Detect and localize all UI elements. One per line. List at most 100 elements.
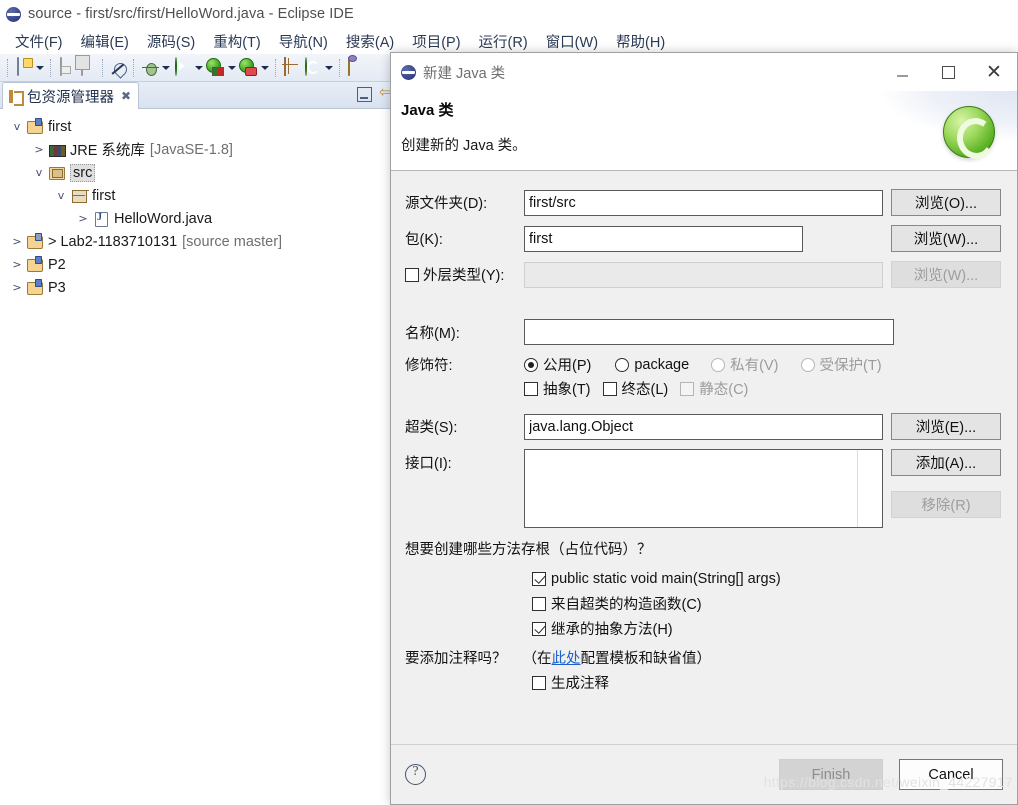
interfaces-row: 接口(I): 添加(A)... 移除(R) <box>399 449 1001 528</box>
package-icon <box>70 187 88 204</box>
twisty-icon[interactable]: > <box>74 212 92 225</box>
save-icon[interactable] <box>57 56 77 78</box>
tree-row[interactable]: v src <box>0 161 401 184</box>
menu-item-search[interactable]: 搜索(A) <box>337 29 403 54</box>
tree-row[interactable]: v first <box>0 115 401 138</box>
tree-row[interactable]: > P3 <box>0 276 401 299</box>
modifier-public[interactable]: 公用(P) <box>524 354 591 375</box>
checkbox-inherited-abstract-methods[interactable] <box>532 621 546 636</box>
twisty-icon[interactable]: > <box>8 281 26 294</box>
superclass-browse-button[interactable]: 浏览(E)... <box>891 413 1001 440</box>
run-external-tools-icon[interactable] <box>206 58 226 78</box>
checkbox-superclass-constructors[interactable] <box>532 596 546 611</box>
new-java-project-icon[interactable] <box>282 56 302 78</box>
twisty-icon[interactable]: v <box>30 166 48 179</box>
superclass-input[interactable] <box>524 413 883 440</box>
tree-suffix: [source master] <box>182 233 283 250</box>
modifier-abstract[interactable]: 抽象(T) <box>524 378 591 399</box>
name-input[interactable] <box>524 319 894 345</box>
open-type-icon[interactable] <box>346 56 366 78</box>
run-coverage-icon[interactable] <box>239 58 259 78</box>
checkbox-inherited-abstract-methods-label: 继承的抽象方法(H) <box>551 622 673 638</box>
menu-item-source[interactable]: 源码(S) <box>138 29 204 54</box>
interfaces-list[interactable] <box>524 449 883 528</box>
modifiers-row: 修饰符: 公用(P) package 私有(V) 受保护(T) <box>399 354 1001 375</box>
save-all-icon[interactable] <box>78 56 98 78</box>
tree-label: P2 <box>48 256 66 273</box>
radio-package[interactable] <box>615 357 630 372</box>
run-icon[interactable] <box>173 56 193 78</box>
maximize-icon[interactable] <box>925 53 971 91</box>
twisty-icon[interactable]: > <box>8 258 26 271</box>
new-file-icon[interactable] <box>14 56 34 78</box>
run-dropdown-icon[interactable] <box>194 58 205 78</box>
skip-all-breakpoints-icon[interactable] <box>111 60 127 76</box>
modifier-package[interactable]: package <box>615 357 689 373</box>
run-coverage-dropdown-icon[interactable] <box>260 58 271 78</box>
source-folder-browse-button[interactable]: 浏览(O)... <box>891 189 1001 216</box>
close-icon[interactable]: ✕ <box>971 53 1017 91</box>
help-icon[interactable] <box>405 764 426 785</box>
checkbox-generate-comments[interactable] <box>532 675 546 690</box>
tree-row[interactable]: > HelloWord.java <box>0 207 401 230</box>
twisty-icon[interactable]: > <box>8 235 26 248</box>
generate-comments-row[interactable]: 生成注释 <box>532 670 1001 695</box>
stub-constructors-row[interactable]: 来自超类的构造函数(C) <box>532 591 1001 616</box>
menu-item-file[interactable]: 文件(F) <box>6 29 72 54</box>
cancel-button[interactable]: Cancel <box>899 759 1003 790</box>
debug-dropdown-icon[interactable] <box>161 58 172 78</box>
tree-row[interactable]: > P2 <box>0 253 401 276</box>
close-icon[interactable]: ✖ <box>121 89 131 103</box>
tree-label: first <box>92 187 116 204</box>
view-tabrow: 包资源管理器 ✖ <box>0 82 401 109</box>
tab-package-explorer[interactable]: 包资源管理器 ✖ <box>2 82 140 109</box>
configure-templates-link[interactable]: 此处 <box>552 651 581 667</box>
menu-item-navigate[interactable]: 导航(N) <box>270 29 337 54</box>
checkbox-generate-comments-label: 生成注释 <box>551 676 609 692</box>
radio-public[interactable] <box>524 357 538 372</box>
tree-row[interactable]: > JRE 系统库 [JavaSE-1.8] <box>0 138 401 161</box>
package-browse-button[interactable]: 浏览(W)... <box>891 225 1001 252</box>
project-tree: v first > JRE 系统库 [JavaSE-1.8] v src v f… <box>0 109 401 299</box>
source-folder-input[interactable] <box>524 189 883 216</box>
menu-item-project[interactable]: 项目(P) <box>403 29 469 54</box>
menu-item-help[interactable]: 帮助(H) <box>607 29 674 54</box>
interfaces-label: 接口(I): <box>405 456 452 472</box>
new-java-class-icon[interactable] <box>303 56 323 78</box>
tab-label: 包资源管理器 <box>27 89 114 106</box>
stub-main-row[interactable]: public static void main(String[] args) <box>532 566 1001 591</box>
menu-item-run[interactable]: 运行(R) <box>470 29 537 54</box>
enclosing-type-label: 外层类型(Y): <box>423 268 505 284</box>
eclipse-logo-icon <box>6 6 21 22</box>
tree-row[interactable]: > > Lab2-1183710131 [source master] <box>0 230 401 253</box>
enclosing-type-checkbox[interactable] <box>405 267 419 282</box>
stub-inherited-row[interactable]: 继承的抽象方法(H) <box>532 616 1001 641</box>
minimize-icon[interactable] <box>357 87 372 102</box>
superclass-label: 超类(S): <box>405 420 458 436</box>
package-row: 包(K): 浏览(W)... <box>399 225 1001 252</box>
new-file-dropdown-icon[interactable] <box>35 58 46 78</box>
new-dropdown-icon[interactable] <box>324 58 335 78</box>
checkbox-abstract[interactable] <box>524 381 538 396</box>
package-explorer-view: 包资源管理器 ✖ v first > JRE 系统库 [JavaSE-1.8] … <box>0 82 401 805</box>
menu-item-refactor[interactable]: 重构(T) <box>204 29 270 54</box>
modifier-final[interactable]: 终态(L) <box>602 378 668 399</box>
twisty-icon[interactable]: > <box>30 143 48 156</box>
twisty-icon[interactable]: v <box>8 120 26 133</box>
interfaces-add-button[interactable]: 添加(A)... <box>891 449 1001 476</box>
checkbox-main-method[interactable] <box>532 571 546 586</box>
toolbar-separator <box>339 58 342 77</box>
jre-library-icon <box>48 141 66 158</box>
interfaces-buttons: 添加(A)... 移除(R) <box>883 449 1001 518</box>
package-input[interactable] <box>524 225 803 252</box>
checkbox-final[interactable] <box>602 381 617 396</box>
run-external-dropdown-icon[interactable] <box>227 58 238 78</box>
twisty-icon[interactable]: v <box>52 189 70 202</box>
modifier-private: 私有(V) <box>711 354 779 375</box>
menu-item-window[interactable]: 窗口(W) <box>537 29 607 54</box>
menu-item-edit[interactable]: 编辑(E) <box>72 29 138 54</box>
comments-paren-rest: 配置模板和缺省值） <box>580 651 712 667</box>
tree-row[interactable]: v first <box>0 184 401 207</box>
debug-icon[interactable] <box>142 60 159 76</box>
minimize-icon[interactable] <box>879 53 925 91</box>
